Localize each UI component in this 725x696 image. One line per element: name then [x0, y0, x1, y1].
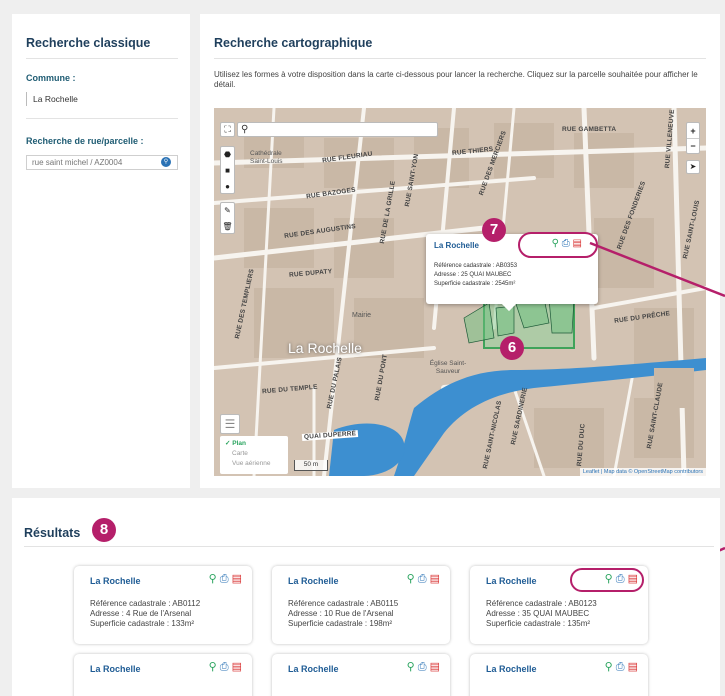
result-card[interactable]: La Rochelle ⚲ ⎙ ▤ — [74, 654, 252, 696]
draw-toolbar: ⬣ ■ ● — [220, 146, 235, 194]
search-icon[interactable]: ⚲ — [209, 661, 217, 673]
result-card-actions: ⚲ ⎙ ▤ — [209, 572, 242, 586]
result-card-superficie: Superficie cadastrale : 198m² — [288, 619, 393, 628]
popup-ref: Référence cadastrale : AB0353 — [434, 263, 518, 269]
callout-badge-6: 6 — [500, 336, 524, 360]
search-icon[interactable]: ⚲ — [407, 661, 415, 673]
results-title: Résultats — [24, 526, 81, 540]
pdf-icon[interactable]: ▤ — [430, 661, 440, 673]
commune-label: Commune : — [26, 73, 76, 83]
fullscreen-icon[interactable]: ⛶ — [220, 122, 235, 137]
result-card[interactable]: La Rochelle ⚲ ⎙ ▤ Référence cadastrale : A… — [74, 566, 252, 644]
result-actions-highlight — [570, 568, 644, 592]
print-icon[interactable]: ⎙ — [220, 573, 229, 585]
map-search-icon: ⚲ — [241, 124, 249, 135]
result-card[interactable]: La Rochelle ⚲ ⎙ ▤ — [272, 654, 450, 696]
search-go-icon[interactable]: ⚲ — [161, 157, 171, 167]
result-card-details: Référence cadastrale : AB0112 Adresse : 4… — [90, 599, 200, 629]
print-icon[interactable]: ⎙ — [616, 661, 625, 673]
trash-icon[interactable]: 🗑 — [221, 219, 234, 235]
result-card-actions: ⚲ ⎙ ▤ — [209, 660, 242, 674]
search-icon[interactable]: ⚲ — [209, 573, 217, 585]
locate-icon[interactable]: ➤ — [686, 160, 700, 174]
layer-plan[interactable]: ✓ Plan — [225, 439, 283, 449]
map-search-panel: Recherche cartographique Utilisez les fo… — [200, 14, 720, 488]
map-scale: 50 m — [294, 460, 328, 471]
zoom-out-button[interactable]: − — [687, 139, 699, 154]
map-city-label: La Rochelle — [288, 340, 362, 356]
commune-field[interactable]: La Rochelle — [26, 92, 78, 106]
pdf-icon[interactable]: ▤ — [628, 661, 638, 673]
callout-badge-8: 8 — [92, 518, 116, 542]
result-card-actions: ⚲ ⎙ ▤ — [407, 660, 440, 674]
zoom-control: + − — [686, 122, 700, 154]
popup-actions-highlight — [518, 232, 598, 258]
edit-toolbar: ✎ 🗑 — [220, 202, 235, 234]
street-parcel-label: Recherche de rue/parcelle : — [26, 136, 144, 146]
classic-search-panel: Recherche classique Commune : La Rochell… — [12, 14, 190, 488]
map-attribution[interactable]: Leaflet | Map data © OpenStreetMap contr… — [579, 468, 706, 476]
zoom-in-button[interactable]: + — [687, 123, 699, 139]
layer-aerial[interactable]: Vue aérienne — [225, 459, 283, 469]
landmark-mairie: Mairie — [352, 312, 372, 319]
pdf-icon[interactable]: ▤ — [430, 573, 440, 585]
popup-details: Référence cadastrale : AB0353 Adresse : … — [434, 262, 517, 289]
classic-search-title: Recherche classique — [26, 36, 151, 50]
result-card-details: Référence cadastrale : AB0123 Adresse : 3… — [486, 599, 597, 629]
callout-badge-7: 7 — [482, 218, 506, 242]
popup-superficie: Superficie cadastrale : 2545m² — [434, 281, 516, 287]
print-icon[interactable]: ⎙ — [418, 661, 427, 673]
layer-carte[interactable]: Carte — [225, 449, 283, 459]
edit-icon[interactable]: ✎ — [221, 203, 234, 219]
circle-icon[interactable]: ● — [221, 179, 234, 195]
result-card-adresse: Adresse : 35 QUAI MAUBEC — [486, 609, 590, 618]
result-card-title[interactable]: La Rochelle — [288, 664, 339, 674]
layer-switcher: ✓ Plan Carte Vue aérienne — [220, 436, 288, 474]
result-card-adresse: Adresse : 4 Rue de l'Arsenal — [90, 609, 192, 618]
map-search-intro: Utilisez les formes à votre disposition … — [214, 70, 698, 89]
search-icon[interactable]: ⚲ — [605, 661, 613, 673]
map-search-title: Recherche cartographique — [214, 36, 373, 50]
landmark-eglise: Église Saint-Sauveur — [429, 360, 467, 375]
result-card-title[interactable]: La Rochelle — [90, 664, 141, 674]
result-card-superficie: Superficie cadastrale : 135m² — [486, 619, 591, 628]
print-icon[interactable]: ⎙ — [220, 661, 229, 673]
result-card[interactable]: La Rochelle ⚲ ⎙ ▤ Référence cadastrale : A… — [272, 566, 450, 644]
result-card-superficie: Superficie cadastrale : 133m² — [90, 619, 195, 628]
result-card-adresse: Adresse : 10 Rue de l'Arsenal — [288, 609, 394, 618]
street-label-gambetta: RUE GAMBETTA — [562, 126, 617, 133]
print-icon[interactable]: ⎙ — [418, 573, 427, 585]
map-search-input[interactable]: ⚲ — [237, 122, 438, 137]
result-card-ref: Référence cadastrale : AB0115 — [288, 599, 399, 608]
pdf-icon[interactable]: ▤ — [232, 661, 242, 673]
street-parcel-input[interactable] — [26, 155, 178, 170]
square-icon[interactable]: ■ — [221, 163, 234, 179]
landmark-cathedrale: Cathédrale Saint-Louis — [250, 150, 283, 165]
result-card-title[interactable]: La Rochelle — [486, 664, 537, 674]
pdf-icon[interactable]: ▤ — [232, 573, 242, 585]
layers-icon[interactable]: ☰ — [220, 414, 240, 434]
search-icon[interactable]: ⚲ — [407, 573, 415, 585]
result-card-ref: Référence cadastrale : AB0112 — [90, 599, 201, 608]
result-card[interactable]: La Rochelle ⚲ ⎙ ▤ — [470, 654, 648, 696]
polygon-icon[interactable]: ⬣ — [221, 147, 234, 163]
map-canvas[interactable]: RUE THIERS RUE GAMBETTA RUE FLEURIAU RUE… — [214, 108, 706, 476]
result-card-actions: ⚲ ⎙ ▤ — [407, 572, 440, 586]
popup-adresse: Adresse : 25 QUAI MAUBEC — [434, 272, 512, 278]
result-card-title[interactable]: La Rochelle — [486, 576, 537, 586]
result-card-title[interactable]: La Rochelle — [90, 576, 141, 586]
result-card-ref: Référence cadastrale : AB0123 — [486, 599, 597, 608]
results-panel: Résultats 8 La Rochelle ⚲ ⎙ ▤ Référence ca… — [12, 498, 720, 696]
result-card-actions: ⚲ ⎙ ▤ — [605, 660, 638, 674]
result-card-title[interactable]: La Rochelle — [288, 576, 339, 586]
popup-title: La Rochelle — [434, 241, 479, 250]
result-card-details: Référence cadastrale : AB0115 Adresse : 1… — [288, 599, 398, 629]
